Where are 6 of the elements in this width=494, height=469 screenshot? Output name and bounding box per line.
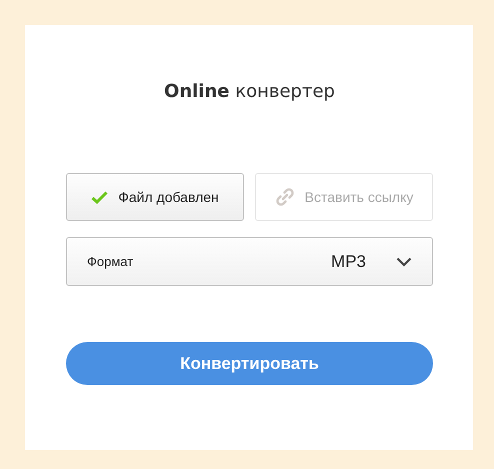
format-dropdown[interactable]: Формат MP3 xyxy=(66,237,433,286)
add-file-button[interactable]: Файл добавлен xyxy=(66,173,244,221)
chevron-down-icon xyxy=(396,256,412,266)
link-icon xyxy=(274,187,295,207)
checkmark-icon xyxy=(91,190,108,204)
page-title: Online конвертер xyxy=(163,81,336,103)
